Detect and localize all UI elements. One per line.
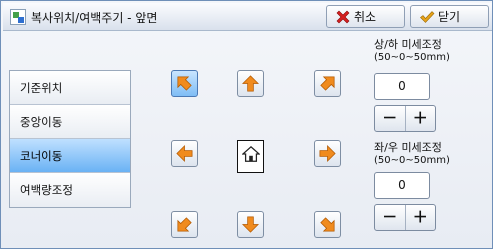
move-up-left-button[interactable] [171,70,198,97]
move-left-button[interactable] [171,140,198,167]
home-position-indicator [237,140,264,173]
horizontal-adjust-label: 좌/우 미세조정 [374,141,442,154]
menu-item-corner-shift[interactable]: 코너이동 [10,139,130,173]
vertical-minus-button[interactable]: － [375,106,406,131]
move-up-button[interactable] [237,70,264,97]
vertical-plus-button[interactable]: ＋ [406,106,436,131]
move-down-button[interactable] [237,211,264,238]
menu-item-center-shift[interactable]: 중앙이동 [10,105,130,139]
arrow-down-icon [241,216,260,233]
vertical-adjust-label: 상/하 미세조정 [374,38,442,51]
dialog-title: 복사위치/여백주기 - 앞면 [31,11,158,25]
cancel-label: 취소 [354,10,377,24]
copy-position-icon [10,9,26,25]
arrow-up-right-icon [320,76,335,91]
move-up-right-button[interactable] [314,70,341,97]
arrow-down-left-icon [177,217,192,232]
vertical-adjust-stepper: － ＋ [374,105,436,132]
horizontal-plus-button[interactable]: ＋ [406,205,436,230]
dialog-window: 복사위치/여백주기 - 앞면 취소 닫기 기준위치 중앙이동 코너이동 여백량조… [0,0,493,249]
menu-item-reference-position[interactable]: 기준위치 [10,71,130,105]
close-label: 닫기 [438,10,461,24]
close-button[interactable]: 닫기 [410,5,489,28]
title-bar: 복사위치/여백주기 - 앞면 취소 닫기 [3,3,492,31]
cancel-button[interactable]: 취소 [326,5,405,28]
horizontal-adjust-value[interactable]: 0 [374,172,430,199]
arrow-right-icon [319,144,336,163]
arrow-up-left-icon [177,76,192,91]
vertical-adjust-value[interactable]: 0 [374,73,430,100]
arrow-left-icon [176,144,193,163]
check-icon [419,9,435,25]
x-icon [335,9,351,25]
home-icon [242,145,260,162]
menu-item-margin-adjust[interactable]: 여백량조정 [10,173,130,207]
move-down-right-button[interactable] [314,211,341,238]
arrow-down-right-icon [320,217,335,232]
horizontal-minus-button[interactable]: － [375,205,406,230]
horizontal-adjust-range: (50~0~50mm) [374,155,450,166]
horizontal-adjust-stepper: － ＋ [374,204,436,231]
vertical-adjust-range: (50~0~50mm) [374,52,450,63]
move-down-left-button[interactable] [171,211,198,238]
position-mode-list: 기준위치 중앙이동 코너이동 여백량조정 [9,70,131,208]
arrow-up-icon [241,75,260,92]
move-right-button[interactable] [314,140,341,167]
